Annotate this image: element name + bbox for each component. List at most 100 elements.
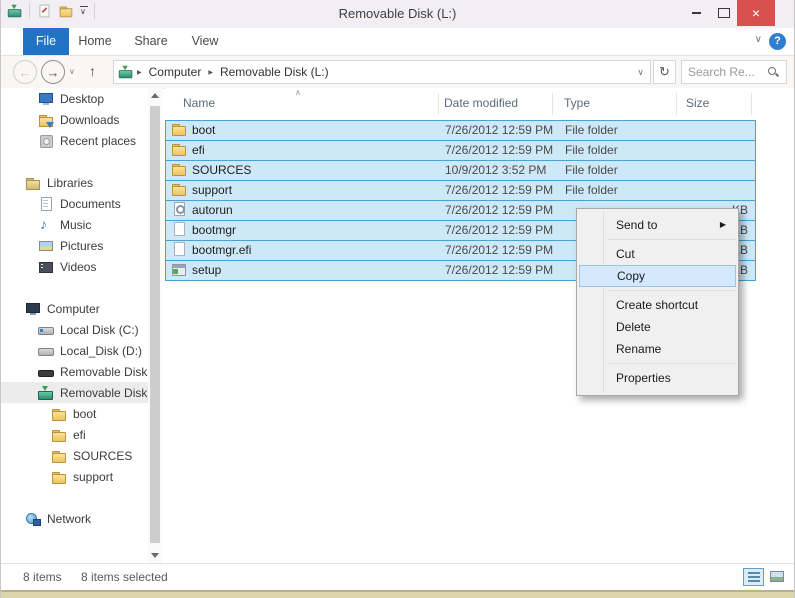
scroll-down-button[interactable]	[148, 548, 162, 563]
sidebar-item-efi[interactable]: efi	[1, 424, 148, 445]
libraries-icon	[25, 175, 41, 191]
navigation-toolbar: ← → ∨ ↑ ▶ Computer ▶ Removable Disk (L:)…	[1, 56, 794, 89]
sidebar-item-sources[interactable]: SOURCES	[1, 445, 148, 466]
recent-locations-button[interactable]: ∨	[69, 67, 75, 76]
downloads-icon	[38, 112, 54, 128]
breadcrumb-removable-disk[interactable]: Removable Disk (L:)	[216, 65, 333, 79]
column-divider[interactable]	[552, 93, 553, 115]
menu-item-rename[interactable]: Rename	[579, 338, 736, 360]
column-header-date-modified[interactable]: Date modified	[444, 96, 518, 110]
back-button[interactable]: ←	[13, 60, 37, 84]
refresh-icon: ↻	[659, 64, 670, 79]
menu-item-create-shortcut[interactable]: Create shortcut	[579, 294, 736, 316]
sidebar-item-label: efi	[73, 428, 86, 442]
forward-button[interactable]: →	[41, 60, 65, 84]
scroll-up-button[interactable]	[148, 88, 162, 103]
removable-drive-icon	[38, 385, 54, 401]
folder-icon	[171, 121, 187, 140]
file-row-support[interactable]: support 7/26/2012 12:59 PM File folder	[165, 180, 756, 201]
search-box[interactable]: Search Re...	[681, 60, 787, 84]
sidebar-item-local-disk-d[interactable]: Local_Disk (D:)	[1, 340, 148, 361]
sidebar-item-downloads[interactable]: Downloads	[1, 109, 148, 130]
search-icon	[766, 65, 780, 79]
help-button[interactable]: ?	[769, 33, 786, 50]
column-divider[interactable]	[751, 93, 752, 115]
menu-divider	[607, 363, 736, 364]
menu-item-properties[interactable]: Properties	[579, 367, 736, 389]
details-view-button[interactable]	[743, 568, 764, 586]
folder-icon	[51, 427, 67, 443]
sidebar-item-network[interactable]: Network	[1, 508, 148, 529]
file-date: 7/26/2012 12:59 PM	[445, 241, 553, 260]
minimize-button[interactable]	[683, 0, 710, 26]
explorer-window: ∨ Removable Disk (L:) × File Home Share …	[0, 0, 795, 598]
sidebar-item-computer[interactable]: Computer	[1, 298, 148, 319]
sort-ascending-icon: ∧	[295, 88, 301, 97]
thumbnails-view-button[interactable]	[767, 568, 788, 586]
file-row-boot[interactable]: boot 7/26/2012 12:59 PM File folder	[165, 120, 756, 141]
menu-item-cut[interactable]: Cut	[579, 243, 736, 265]
tab-home[interactable]: Home	[73, 28, 117, 55]
menu-item-delete[interactable]: Delete	[579, 316, 736, 338]
breadcrumb-computer[interactable]: Computer	[145, 65, 206, 79]
scrollbar-thumb[interactable]	[150, 106, 160, 543]
tab-view[interactable]: View	[185, 28, 225, 55]
file-name: SOURCES	[192, 161, 251, 180]
sidebar-item-desktop[interactable]: Desktop	[1, 88, 148, 109]
menu-item-send-to[interactable]: Send to ▶	[579, 214, 736, 236]
sidebar-item-label: support	[73, 470, 113, 484]
menu-item-label: Send to	[616, 218, 657, 232]
search-input[interactable]: Search Re...	[688, 65, 766, 79]
file-row-sources[interactable]: SOURCES 10/9/2012 3:52 PM File folder	[165, 160, 756, 181]
file-icon	[171, 221, 187, 240]
address-dropdown-button[interactable]: ∨	[637, 67, 646, 78]
submenu-arrow-icon: ▶	[720, 214, 726, 236]
sidebar-item-boot[interactable]: boot	[1, 403, 148, 424]
up-button[interactable]: ↑	[89, 63, 96, 79]
file-type: File folder	[565, 161, 618, 180]
up-arrow-icon: ↑	[89, 63, 96, 79]
sidebar-item-recent-places[interactable]: Recent places	[1, 130, 148, 151]
sidebar-item-label: Network	[47, 512, 91, 526]
sidebar-item-libraries[interactable]: Libraries	[1, 172, 148, 193]
sidebar-item-videos[interactable]: Videos	[1, 256, 148, 277]
sidebar-item-local-disk-c[interactable]: Local Disk (C:)	[1, 319, 148, 340]
sidebar-item-music[interactable]: Music	[1, 214, 148, 235]
documents-icon	[38, 196, 54, 212]
file-row-efi[interactable]: efi 7/26/2012 12:59 PM File folder	[165, 140, 756, 161]
sidebar-scrollbar[interactable]	[148, 88, 162, 563]
sidebar-item-documents[interactable]: Documents	[1, 193, 148, 214]
column-divider[interactable]	[438, 93, 439, 115]
tab-file[interactable]: File	[23, 28, 69, 55]
sidebar-item-support[interactable]: support	[1, 466, 148, 487]
file-type: File folder	[565, 121, 618, 140]
recent-places-icon	[38, 133, 54, 149]
refresh-button[interactable]: ↻	[653, 60, 676, 84]
sidebar-item-removable-disk-2[interactable]: Removable Disk (	[1, 382, 148, 403]
music-icon	[38, 217, 54, 233]
context-menu: Send to ▶ Cut Copy Create shortcut Delete…	[576, 208, 739, 396]
desktop-icon	[38, 91, 54, 107]
column-divider[interactable]	[676, 93, 677, 115]
sidebar-item-removable-disk-1[interactable]: Removable Disk (	[1, 361, 148, 382]
breadcrumb-separator-icon: ▶	[134, 69, 145, 76]
close-button[interactable]: ×	[737, 0, 775, 26]
videos-icon	[38, 259, 54, 275]
sidebar-item-label: Libraries	[47, 176, 93, 190]
network-icon	[25, 511, 41, 527]
maximize-button[interactable]	[710, 0, 737, 26]
column-header-size[interactable]: Size	[686, 96, 709, 110]
tab-share[interactable]: Share	[128, 28, 174, 55]
chevron-down-icon: ∨	[637, 67, 644, 77]
ribbon-collapse-button[interactable]: ∨	[755, 34, 762, 45]
sidebar-item-pictures[interactable]: Pictures	[1, 235, 148, 256]
address-bar[interactable]: ▶ Computer ▶ Removable Disk (L:) ∨	[113, 60, 651, 84]
menu-item-copy[interactable]: Copy	[579, 265, 736, 287]
column-header-type[interactable]: Type	[564, 96, 590, 110]
folder-icon	[51, 406, 67, 422]
column-header-name[interactable]: Name	[183, 96, 215, 110]
menu-divider	[607, 239, 736, 240]
sidebar-item-label: boot	[73, 407, 96, 421]
title-bar[interactable]: ∨ Removable Disk (L:) ×	[1, 0, 794, 28]
minimize-icon	[692, 12, 701, 14]
